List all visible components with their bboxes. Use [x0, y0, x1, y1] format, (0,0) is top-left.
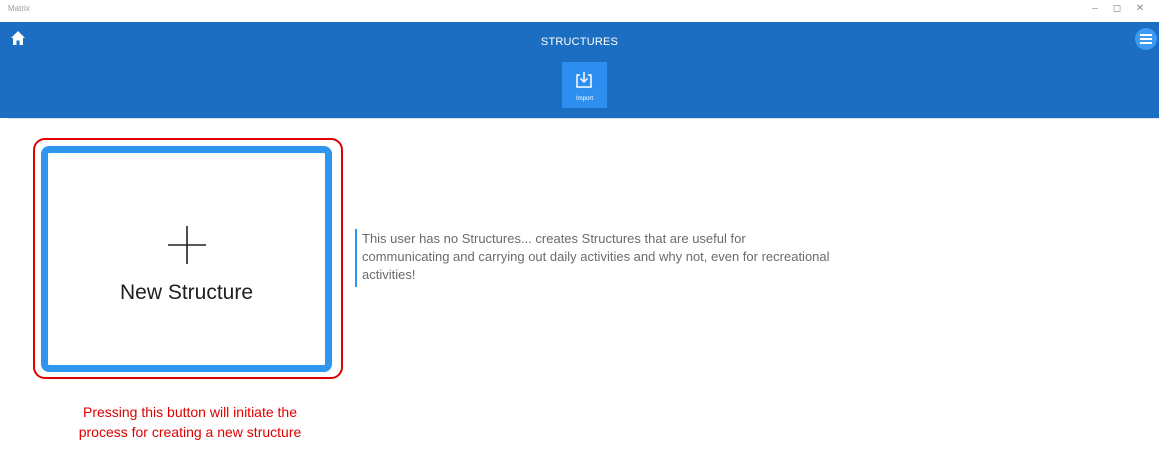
minimize-button[interactable]: –	[1085, 3, 1105, 14]
hamburger-menu-icon[interactable]	[1135, 28, 1157, 50]
plus-icon	[168, 226, 206, 264]
content-divider	[8, 118, 1159, 119]
app-name: Matrix	[8, 4, 30, 13]
annotation-caption: Pressing this button will initiate the p…	[40, 402, 340, 442]
new-structure-label: New Structure	[119, 281, 254, 304]
info-accent-bar	[355, 229, 357, 287]
page-title: STRUCTURES	[540, 36, 619, 48]
empty-state-message: This user has no Structures... creates S…	[362, 231, 830, 282]
annotation-line-1: Pressing this button will initiate the	[83, 404, 297, 420]
app-header: STRUCTURES Import	[0, 22, 1159, 118]
import-button[interactable]: Import	[562, 62, 607, 108]
new-structure-button[interactable]: New Structure	[41, 146, 332, 372]
window-titlebar: Matrix – ◻ ✕	[0, 0, 1159, 22]
close-button[interactable]: ✕	[1130, 3, 1150, 14]
annotation-line-2: process for creating a new structure	[78, 424, 302, 440]
import-label: Import	[575, 96, 593, 102]
import-icon	[576, 72, 592, 88]
restore-button[interactable]: ◻	[1107, 3, 1127, 14]
